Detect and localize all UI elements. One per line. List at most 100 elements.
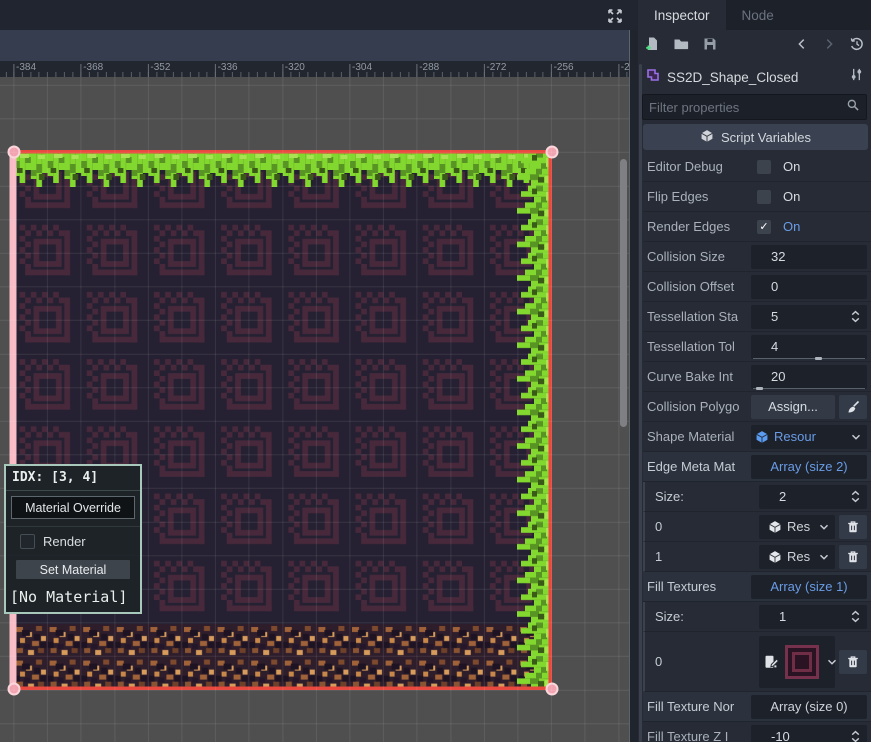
property-value: 4 <box>751 335 867 359</box>
checkbox-state-label: On <box>783 219 800 234</box>
property-row-collision-offset: Collision Offset0 <box>643 272 871 302</box>
ruler-label: -304 <box>352 62 372 73</box>
assign-button-label: Assign... <box>768 399 818 414</box>
history-icon[interactable] <box>849 36 865 57</box>
array-toggle[interactable]: Array (size 1) <box>751 575 867 599</box>
edit-texture-icon[interactable] <box>763 654 779 670</box>
material-override-button[interactable]: Material Override <box>11 496 135 519</box>
spinner-updown-icon[interactable] <box>848 609 863 629</box>
spinner-updown-icon[interactable] <box>848 489 863 509</box>
checkbox[interactable] <box>757 160 771 174</box>
scene-toolbar <box>0 0 638 30</box>
filter-row: Filter properties <box>638 92 871 122</box>
spinner-updown-icon[interactable] <box>848 729 863 742</box>
delete-array-item-button[interactable] <box>839 650 867 674</box>
section-script-variables[interactable]: Script Variables <box>643 124 868 150</box>
new-resource-icon[interactable] <box>644 36 660 57</box>
chevron-down-icon[interactable] <box>849 430 863 449</box>
tab-inspector[interactable]: Inspector <box>638 0 726 30</box>
render-label: Render <box>43 534 86 549</box>
value-field[interactable]: -10 <box>751 725 867 742</box>
load-resource-icon[interactable] <box>673 36 689 57</box>
property-label: 0 <box>651 654 759 669</box>
value-field[interactable]: 20 <box>751 365 867 389</box>
shape-grass-right-edge <box>512 152 552 689</box>
property-row-shape-material: Shape Material Resour <box>643 422 871 452</box>
resource-picker[interactable]: Res <box>759 515 835 539</box>
assign-button[interactable]: Assign... <box>751 395 835 419</box>
vertex-handle[interactable] <box>547 684 558 695</box>
set-material-button[interactable]: Set Material <box>16 560 130 579</box>
property-value: Res <box>759 515 867 539</box>
history-forward-icon[interactable] <box>822 37 836 56</box>
2d-canvas[interactable] <box>0 77 629 742</box>
resource-cube-icon <box>755 430 769 444</box>
property-value: On <box>751 159 867 174</box>
object-tools-icon[interactable] <box>849 67 864 87</box>
property-row-0: 0 <box>643 632 871 692</box>
array-toggle[interactable]: Array (size 0) <box>751 695 867 719</box>
inspector-toolbar <box>638 30 871 62</box>
array-size-label: Array (size 1) <box>770 579 847 594</box>
edited-object-name: SS2D_Shape_Closed <box>667 70 843 85</box>
value-field[interactable]: 32 <box>751 245 867 269</box>
spinner-updown-icon[interactable] <box>848 309 863 329</box>
checkbox-state-label: On <box>783 159 800 174</box>
clear-broom-button[interactable] <box>839 395 867 419</box>
slider-grabber[interactable] <box>756 387 763 390</box>
render-checkbox[interactable] <box>20 534 35 549</box>
array-toggle[interactable]: Array (size 2) <box>751 455 867 479</box>
vertex-handle[interactable] <box>9 684 20 695</box>
resource-cube-icon <box>768 550 782 564</box>
value-field[interactable]: 1 <box>759 605 867 629</box>
delete-array-item-button[interactable] <box>839 515 867 539</box>
chevron-down-icon[interactable] <box>817 520 831 534</box>
property-row-size: Size:2 <box>643 482 871 512</box>
inspector-rows: Editor DebugOnFlip EdgesOnRender Edges✓O… <box>643 152 871 742</box>
numeric-value: 1 <box>763 609 786 624</box>
property-label: Fill Texture Z I <box>643 729 751 742</box>
chevron-down-icon[interactable] <box>825 655 839 669</box>
tab-node[interactable]: Node <box>726 0 790 30</box>
dock-tab-bar: Inspector Node <box>638 0 871 30</box>
resource-picker[interactable]: Resour <box>751 425 867 449</box>
resource-name-label: Res <box>787 549 810 564</box>
property-value: -10 <box>751 725 867 742</box>
ruler-label: -320 <box>285 62 305 73</box>
property-row-tessellation-tol: Tessellation Tol4 <box>643 332 871 362</box>
property-value: Array (size 1) <box>751 575 867 599</box>
vertex-handle[interactable] <box>9 147 20 158</box>
chevron-down-icon[interactable] <box>817 550 831 564</box>
property-value: 1 <box>759 605 867 629</box>
resource-picker[interactable]: Res <box>759 545 835 569</box>
property-row-1: 1 Res <box>643 542 871 572</box>
slider-grabber[interactable] <box>815 357 822 360</box>
texture-thumbnail[interactable] <box>785 645 819 679</box>
canvas-vertical-scrollbar[interactable] <box>620 159 627 427</box>
inspector-scrollbar[interactable] <box>639 64 642 742</box>
checkbox[interactable]: ✓ <box>757 220 771 234</box>
delete-array-item-button[interactable] <box>839 545 867 569</box>
value-field[interactable]: 4 <box>751 335 867 359</box>
checkbox[interactable] <box>757 190 771 204</box>
search-icon <box>846 98 860 117</box>
filter-properties-input[interactable]: Filter properties <box>642 94 867 120</box>
slider-track[interactable] <box>753 388 865 389</box>
vertex-handle[interactable] <box>547 147 558 158</box>
shape-grass-top-edge <box>14 152 552 192</box>
array-size-label: Array (size 0) <box>770 699 847 714</box>
property-label: Fill Textures <box>643 579 751 594</box>
value-field[interactable]: 0 <box>751 275 867 299</box>
slider-track[interactable] <box>753 358 865 359</box>
history-back-icon[interactable] <box>795 37 809 56</box>
property-value: Resour <box>751 425 867 449</box>
expand-viewport-icon[interactable] <box>606 7 624 30</box>
value-field[interactable]: 5 <box>751 305 867 329</box>
save-resource-icon[interactable] <box>702 36 718 57</box>
property-row-collision-size: Collision Size32 <box>643 242 871 272</box>
numeric-value: 20 <box>755 369 785 384</box>
value-field[interactable]: 2 <box>759 485 867 509</box>
texture-picker[interactable] <box>759 636 835 688</box>
property-value: Assign... <box>751 395 867 419</box>
property-row-fill-texture-z-i: Fill Texture Z I-10 <box>643 722 871 742</box>
